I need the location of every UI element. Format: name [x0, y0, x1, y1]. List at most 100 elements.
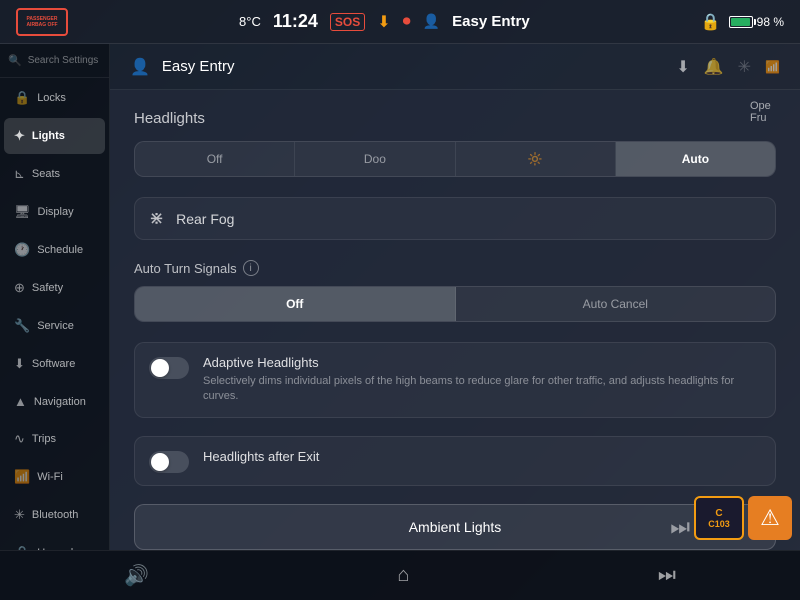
sidebar-item-schedule[interactable]: 🕐 Schedule	[4, 232, 105, 268]
signal-icon: 📶	[765, 60, 780, 74]
sidebar-item-navigation[interactable]: ▲ Navigation	[4, 384, 105, 419]
temperature-display: 8°C	[239, 14, 261, 29]
seats-nav-icon: ⊾	[14, 166, 25, 182]
sub-header: 👤 Easy Entry ⬇ 🔔 ✳ 📶	[110, 44, 800, 90]
sidebar-item-bluetooth[interactable]: ✳ Bluetooth	[4, 497, 105, 533]
navigation-nav-icon: ▲	[14, 394, 27, 409]
user-sub-icon: 👤	[130, 57, 150, 77]
bell-icon[interactable]: 🔔	[704, 57, 724, 77]
sidebar-item-upgrades[interactable]: 🔒 Upgrades	[4, 535, 105, 550]
wifi-nav-icon: 📶	[14, 469, 30, 485]
lock-nav-icon: 🔒	[14, 90, 30, 106]
rear-fog-row[interactable]: ⋇ Rear Fog	[134, 197, 776, 240]
home-icon[interactable]: ⌂	[389, 556, 417, 595]
time-display: 11:24	[273, 11, 318, 32]
skip-button[interactable]: ⏭	[670, 514, 690, 540]
bluetooth-nav-icon: ✳	[14, 507, 25, 523]
user-icon: 👤	[423, 13, 440, 30]
download-status-icon: ⬇	[377, 12, 390, 32]
brightness-icon: 🔆	[528, 152, 543, 166]
battery-display: 98 %	[729, 15, 784, 29]
sub-header-title: Easy Entry	[162, 58, 235, 75]
main-content: Headlights Off Doo 🔆 Auto ⋇ Rear Fog Aut…	[110, 90, 800, 550]
headlights-exit-row: Headlights after Exit	[134, 436, 776, 486]
battery-percentage: 98 %	[757, 15, 784, 29]
trips-nav-icon: ∿	[14, 431, 25, 447]
sidebar-item-trips[interactable]: ∿ Trips	[4, 421, 105, 457]
radio-text: C C103	[708, 508, 730, 529]
turn-signals-off-btn[interactable]: Off	[135, 287, 456, 321]
search-input[interactable]	[28, 55, 101, 66]
download-icon[interactable]: ⬇	[676, 57, 689, 77]
auto-turn-signals-header: Auto Turn Signals i	[134, 260, 776, 276]
headlights-exit-toggle[interactable]	[149, 451, 189, 473]
turn-signals-auto-cancel-btn[interactable]: Auto Cancel	[456, 287, 776, 321]
sidebar: 🔍 🔒 Locks ✦ Lights ⊾ Seats 🖥 Display 🕐 S…	[0, 44, 110, 550]
display-nav-icon: 🖥	[14, 204, 31, 220]
seats-label: Seats	[32, 168, 60, 180]
auto-turn-signals-section: Auto Turn Signals i Off Auto Cancel	[134, 260, 776, 322]
safety-nav-icon: ⊕	[14, 280, 25, 296]
bottom-bar: 🔊 ⌂ ⏭	[0, 550, 800, 600]
bluetooth-sub-icon[interactable]: ✳	[738, 57, 751, 77]
volume-icon[interactable]: 🔊	[116, 555, 157, 596]
sidebar-item-wifi[interactable]: 📶 Wi-Fi	[4, 459, 105, 495]
headlights-title: Headlights	[134, 110, 776, 127]
bluetooth-label: Bluetooth	[32, 509, 78, 521]
easy-entry-status: Easy Entry	[452, 13, 530, 30]
battery-icon	[729, 16, 753, 28]
adaptive-headlights-toggle[interactable]	[149, 357, 189, 379]
fog-icon: ⋇	[149, 208, 164, 229]
lights-nav-icon: ✦	[14, 128, 25, 144]
sidebar-item-software[interactable]: ⬇ Software	[4, 346, 105, 382]
sidebar-item-seats[interactable]: ⊾ Seats	[4, 156, 105, 192]
toggle-track-exit	[149, 451, 189, 473]
sub-header-icons: ⬇ 🔔 ✳ 📶	[676, 57, 780, 77]
sidebar-item-service[interactable]: 🔧 Service	[4, 308, 105, 344]
auto-turn-info-icon[interactable]: i	[243, 260, 259, 276]
warning-badge[interactable]: ⚠	[748, 496, 792, 540]
schedule-nav-icon: 🕐	[14, 242, 30, 258]
search-box[interactable]: 🔍	[0, 44, 109, 78]
status-right: 🔒 98 %	[701, 12, 784, 32]
sidebar-item-locks[interactable]: 🔒 Locks	[4, 80, 105, 116]
rear-fog-label: Rear Fog	[176, 211, 234, 227]
warning-icon: ⚠	[760, 505, 780, 531]
status-center: 8°C 11:24 SOS ⬇ ⏺ 👤 Easy Entry	[239, 11, 530, 32]
media-skip-icon[interactable]: ⏭	[650, 556, 684, 595]
status-bar: PASSENGERAIRBAG OFF 8°C 11:24 SOS ⬇ ⏺ 👤 …	[0, 0, 800, 44]
headlights-doo-btn[interactable]: Doo	[295, 142, 455, 176]
headlights-off-btn[interactable]: Off	[135, 142, 295, 176]
lock-status-icon: 🔒	[701, 12, 721, 32]
record-icon: ⏺	[403, 13, 411, 31]
radio-badge[interactable]: C C103	[694, 496, 744, 540]
navigation-label: Navigation	[34, 396, 86, 408]
sidebar-item-safety[interactable]: ⊕ Safety	[4, 270, 105, 306]
headlights-exit-label: Headlights after Exit	[203, 449, 761, 464]
side-text-ope: Ope	[750, 100, 800, 112]
sidebar-item-lights[interactable]: ✦ Lights	[4, 118, 105, 154]
adaptive-headlights-info: Adaptive Headlights Selectively dims ind…	[203, 355, 761, 405]
airbag-badge: PASSENGERAIRBAG OFF	[16, 8, 68, 36]
sos-badge[interactable]: SOS	[330, 13, 365, 31]
headlights-auto-btn[interactable]: Auto	[616, 142, 775, 176]
headlights-bright-btn[interactable]: 🔆	[456, 142, 616, 176]
adaptive-headlights-row: Adaptive Headlights Selectively dims ind…	[134, 342, 776, 418]
side-text: Ope Fru	[750, 100, 800, 124]
display-label: Display	[38, 206, 74, 218]
headlights-button-group: Off Doo 🔆 Auto	[134, 141, 776, 177]
toggle-track-adaptive	[149, 357, 189, 379]
software-nav-icon: ⬇	[14, 356, 25, 372]
headlights-exit-info: Headlights after Exit	[203, 449, 761, 468]
auto-turn-signals-group: Off Auto Cancel	[134, 286, 776, 322]
status-left: PASSENGERAIRBAG OFF	[16, 8, 68, 36]
trips-label: Trips	[32, 433, 56, 445]
sidebar-item-display[interactable]: 🖥 Display	[4, 194, 105, 230]
software-label: Software	[32, 358, 75, 370]
adaptive-headlights-label: Adaptive Headlights	[203, 355, 761, 370]
service-nav-icon: 🔧	[14, 318, 30, 334]
wifi-label: Wi-Fi	[37, 471, 63, 483]
locks-label: Locks	[37, 92, 66, 104]
schedule-label: Schedule	[37, 244, 83, 256]
service-label: Service	[37, 320, 74, 332]
